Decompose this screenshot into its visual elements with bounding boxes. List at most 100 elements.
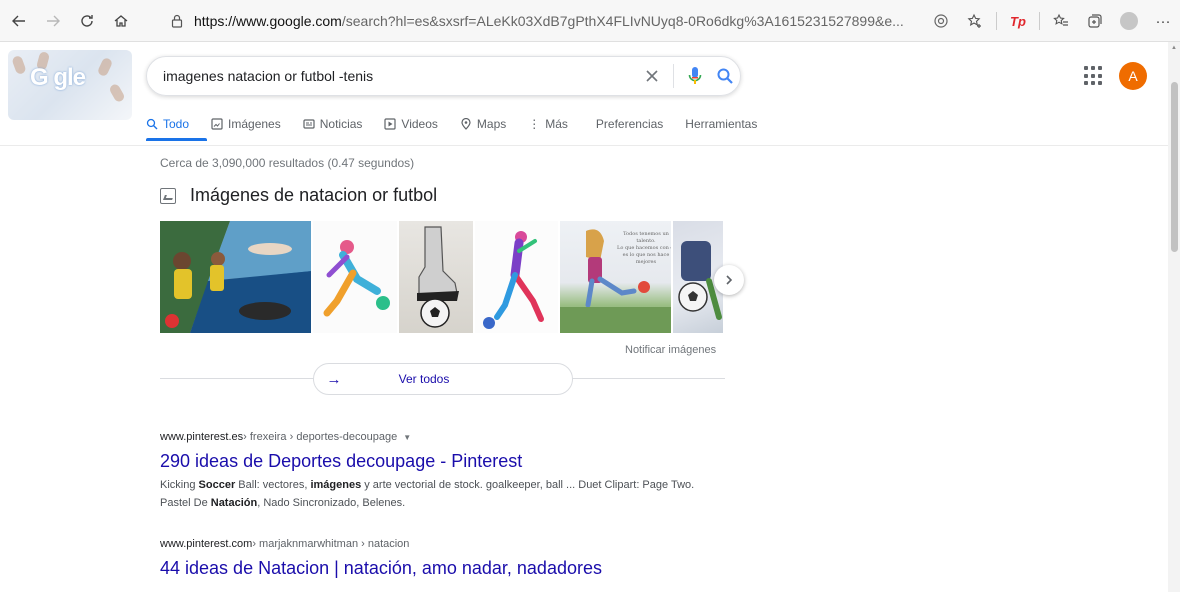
back-arrow-icon — [12, 15, 25, 26]
image-thumbnail[interactable] — [475, 221, 559, 333]
search-divider — [673, 64, 674, 88]
voice-search-button[interactable] — [680, 61, 710, 91]
image-thumbnail[interactable] — [312, 221, 397, 333]
tab-label: Preferencias — [595, 117, 664, 131]
athletes-collage-image — [160, 221, 311, 333]
favorites-list-icon — [1053, 13, 1068, 26]
tab-noticias[interactable]: Noticias — [303, 117, 363, 131]
doodle-hand-shape — [108, 82, 126, 104]
browser-actions: Tp ··· — [924, 6, 1180, 36]
favorites-button[interactable] — [1044, 6, 1078, 36]
doodle-logo-text: G gle — [30, 64, 86, 91]
image-thumbnail[interactable]: Todos tenemos un talento. Lo que hacemos… — [560, 221, 672, 333]
svg-text:es lo que nos hace: es lo que nos hace — [623, 252, 670, 258]
search-result: www.pinterest.es › frexeira › deportes-d… — [160, 431, 720, 512]
arrow-right-icon: → — [326, 370, 342, 388]
account-avatar[interactable]: A — [1119, 62, 1147, 90]
toolbar-divider — [996, 12, 997, 30]
address-bar[interactable]: https://www.google.com/search?hl=es&sxsr… — [170, 6, 912, 36]
svg-text:mejores: mejores — [636, 259, 657, 265]
tab-mas[interactable]: ⋮ Más — [528, 117, 568, 131]
collections-button[interactable] — [1078, 6, 1112, 36]
home-button[interactable] — [106, 6, 136, 36]
result-title-link[interactable]: 290 ideas de Deportes decoupage - Pinter… — [160, 450, 720, 472]
image-thumbnail[interactable] — [398, 221, 474, 333]
search-result: www.pinterest.com › marjaknmarwhitman › … — [160, 538, 720, 579]
google-doodle[interactable]: G gle — [8, 50, 132, 120]
svg-text:Todos tenemos un: Todos tenemos un — [624, 231, 671, 237]
result-domain: www.pinterest.com — [160, 538, 253, 550]
google-apps-icon[interactable] — [1084, 66, 1104, 86]
result-title-link[interactable]: 44 ideas de Natacion | natación, amo nad… — [160, 557, 720, 579]
image-thumbnail[interactable] — [160, 221, 311, 333]
tab-imagenes[interactable]: Imágenes — [211, 117, 281, 131]
back-button[interactable] — [4, 6, 34, 36]
profile-avatar-icon — [1120, 12, 1138, 30]
page-scrollbar[interactable]: ▲ — [1168, 42, 1180, 592]
see-all-label: Ver todos — [398, 372, 450, 386]
report-images-link[interactable]: Notificar imágenes — [625, 344, 716, 356]
map-pin-icon — [461, 118, 471, 130]
scrollbar-thumb[interactable] — [1171, 82, 1178, 252]
tab-label: Imágenes — [228, 117, 281, 131]
target-icon — [934, 14, 948, 28]
tab-preferencias[interactable]: Preferencias — [596, 117, 663, 131]
close-icon — [646, 70, 658, 82]
search-submit-button[interactable] — [710, 61, 740, 91]
watercolor-player-image — [483, 231, 545, 329]
clear-search-button[interactable] — [637, 61, 667, 91]
add-favorite-button[interactable] — [958, 6, 992, 36]
tab-label: Noticias — [319, 117, 363, 131]
tab-todo[interactable]: Todo — [146, 117, 189, 131]
tab-label: Videos — [401, 117, 438, 131]
caret-down-icon[interactable]: ▼ — [403, 433, 411, 442]
carousel-next-button[interactable] — [714, 265, 744, 295]
girl-kicking-ball-image: Todos tenemos un talento. Lo que hacemos… — [560, 229, 672, 333]
url-text: https://www.google.com/search?hl=es&sxsr… — [194, 13, 904, 29]
news-icon — [303, 119, 315, 129]
see-all-button[interactable]: → Ver todos — [313, 363, 573, 395]
result-url[interactable]: www.pinterest.es › frexeira › deportes-d… — [160, 431, 720, 443]
refresh-button[interactable] — [72, 6, 102, 36]
search-input[interactable] — [147, 68, 637, 84]
tab-herramientas[interactable]: Herramientas — [685, 117, 757, 131]
chevron-right-icon — [726, 275, 733, 285]
result-path: › marjaknmarwhitman › natacion — [252, 538, 410, 550]
soccer-boot-sketch-image — [416, 226, 459, 328]
search-icon — [146, 118, 158, 130]
tab-videos[interactable]: Videos — [384, 117, 438, 131]
profile-button[interactable] — [1112, 6, 1146, 36]
images-section-heading[interactable]: Imágenes de natacion or futbol — [160, 185, 437, 206]
result-domain: www.pinterest.es — [160, 431, 244, 443]
tabs-divider — [0, 145, 1168, 146]
home-icon — [114, 14, 128, 27]
svg-text:Lo que hacemos con él: Lo que hacemos con él — [617, 244, 671, 251]
doodle-hand-shape — [11, 54, 27, 76]
active-tab-indicator — [146, 138, 207, 141]
search-box — [146, 56, 741, 96]
image-icon — [211, 118, 223, 130]
tracking-prevention-button[interactable] — [924, 6, 958, 36]
result-path: › frexeira › deportes-decoupage — [243, 431, 398, 443]
forward-button[interactable] — [38, 6, 68, 36]
image-icon — [160, 187, 176, 204]
refresh-icon — [81, 14, 93, 27]
more-horizontal-icon: ··· — [1155, 12, 1171, 30]
star-add-icon — [967, 13, 981, 28]
video-icon — [384, 118, 397, 130]
browser-toolbar: https://www.google.com/search?hl=es&sxsr… — [0, 0, 1180, 42]
more-vert-icon: ⋮ — [528, 117, 541, 131]
watercolor-soccer-image — [323, 240, 390, 317]
collections-icon — [1088, 14, 1102, 28]
result-snippet: Kicking Soccer Ball: vectores, imágenes … — [160, 479, 695, 509]
svg-text:talento.: talento. — [637, 238, 657, 244]
tab-maps[interactable]: Maps — [460, 117, 506, 131]
tab-label: Herramientas — [685, 117, 758, 131]
settings-more-button[interactable]: ··· — [1146, 6, 1180, 36]
search-tabs: Todo Imágenes Noticias Videos Maps ⋮ Más… — [146, 112, 779, 136]
scroll-up-icon[interactable]: ▲ — [1171, 45, 1177, 51]
image-carousel: Todos tenemos un talento. Lo que hacemos… — [160, 221, 725, 333]
forward-arrow-icon — [47, 15, 60, 26]
extension-button[interactable]: Tp — [1001, 6, 1035, 36]
result-url[interactable]: www.pinterest.com › marjaknmarwhitman › … — [160, 538, 720, 550]
